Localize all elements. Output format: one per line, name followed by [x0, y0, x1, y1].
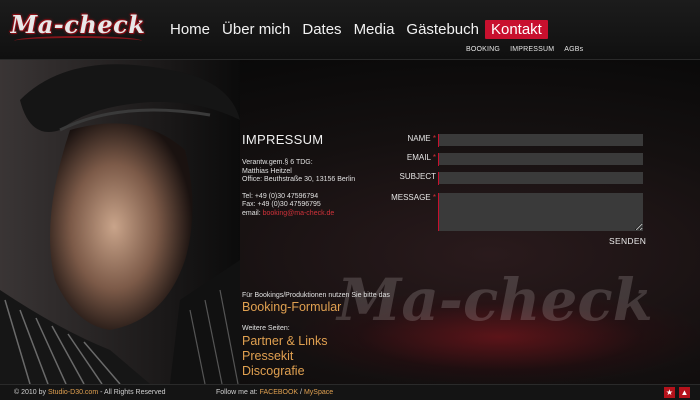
sub-nav: BOOKING IMPRESSUM AGBs: [466, 46, 583, 53]
nav-item-kontakt[interactable]: Kontakt: [484, 20, 548, 39]
impressum-line: Office: Beuthstraße 30, 13156 Berlin: [242, 176, 356, 183]
name-row: NAME *: [380, 134, 643, 147]
fax: Fax: +49 (0)30 47596795: [242, 201, 321, 208]
send-button[interactable]: SENDEN: [609, 236, 646, 246]
email-label: email:: [242, 209, 263, 217]
subject-field[interactable]: [439, 172, 643, 184]
studio-link[interactable]: Studio-D30.com: [48, 389, 98, 396]
subnav-booking[interactable]: BOOKING: [466, 46, 500, 53]
nav-item-dates[interactable]: Dates: [296, 20, 347, 39]
nav-item-ueber-mich[interactable]: Über mich: [216, 20, 296, 39]
main-content: Ma-check IMPRESSUM Verantw.gem.§ 6 TDG: …: [0, 60, 700, 384]
nav-item-media[interactable]: Media: [348, 20, 401, 39]
booking-form-link[interactable]: Booking-Formular: [242, 300, 341, 315]
email-row: EMAIL *: [380, 153, 643, 166]
telephone: Tel: +49 (0)30 47596794: [242, 192, 319, 200]
logo-swoosh: [14, 36, 142, 46]
name-label: NAME *: [407, 134, 436, 143]
message-field[interactable]: [439, 193, 643, 231]
pressekit-link[interactable]: Pressekit: [242, 349, 327, 364]
nav-item-home[interactable]: Home: [164, 20, 216, 39]
further-pages-label: Weitere Seiten:: [242, 325, 290, 332]
share-icon[interactable]: ▲: [679, 387, 690, 398]
main-nav: Home Über mich Dates Media Gästebuch Kon…: [164, 20, 548, 39]
logo-text: Ma-check: [10, 10, 146, 39]
site-header: Ma-check Home Über mich Dates Media Gäst…: [0, 0, 700, 60]
name-field[interactable]: [439, 134, 643, 146]
subnav-agbs[interactable]: AGBs: [564, 46, 583, 53]
email-link[interactable]: booking@ma-check.de: [263, 210, 335, 217]
impressum-title: IMPRESSUM: [242, 132, 324, 147]
subnav-impressum[interactable]: IMPRESSUM: [510, 46, 554, 53]
impressum-section: IMPRESSUM Verantw.gem.§ 6 TDG: Matthias …: [242, 132, 392, 218]
bookmark-icon[interactable]: ★: [664, 387, 675, 398]
impressum-line: Matthias Heitzel: [242, 167, 292, 175]
further-pages-list: Partner & Links Pressekit Discografie: [242, 334, 327, 379]
artist-portrait: [0, 60, 240, 384]
email-field-label: EMAIL *: [406, 153, 436, 162]
email-field[interactable]: [439, 153, 643, 165]
site-footer: © 2010 by Studio-D30.com - All Rights Re…: [0, 384, 700, 400]
message-row: MESSAGE *: [380, 193, 643, 231]
nav-item-gaestebuch[interactable]: Gästebuch: [400, 20, 485, 39]
copyright: © 2010 by Studio-D30.com - All Rights Re…: [14, 389, 166, 396]
booking-intro: Für Bookings/Produktionen nutzen Sie bit…: [242, 292, 390, 299]
message-label: MESSAGE *: [391, 193, 436, 202]
site-logo[interactable]: Ma-check: [8, 6, 148, 50]
discografie-link[interactable]: Discografie: [242, 364, 327, 379]
subject-row: SUBJECT: [380, 172, 643, 185]
footer-icons: ★ ▲: [664, 387, 690, 398]
subject-label: SUBJECT: [399, 172, 436, 181]
myspace-link[interactable]: MySpace: [304, 389, 333, 396]
email-line: email: booking@ma-check.de: [242, 210, 392, 219]
partner-links-link[interactable]: Partner & Links: [242, 334, 327, 349]
facebook-link[interactable]: FACEBOOK: [260, 389, 299, 396]
follow-links: Follow me at: FACEBOOK / MySpace: [216, 389, 334, 396]
background-logo: Ma-check: [337, 266, 653, 334]
impressum-line: Verantw.gem.§ 6 TDG:: [242, 159, 313, 166]
